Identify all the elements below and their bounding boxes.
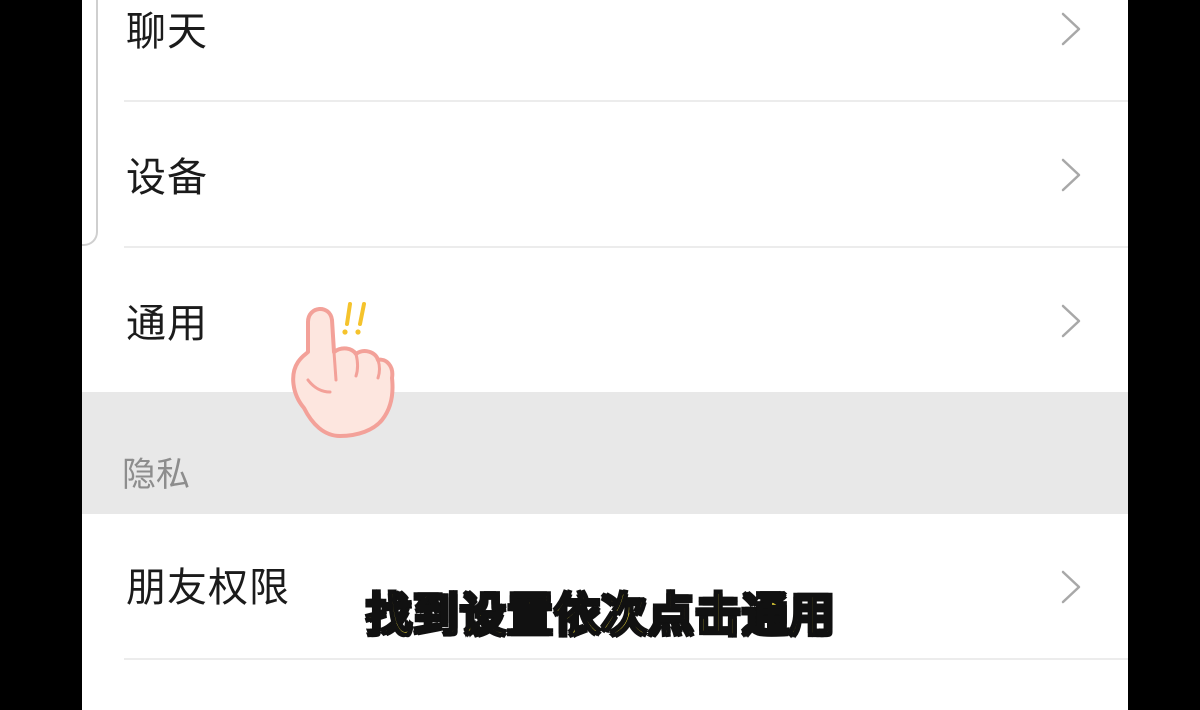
settings-item-general[interactable]: 通用 xyxy=(82,248,1128,392)
chevron-right-icon xyxy=(1061,304,1081,338)
chevron-right-icon xyxy=(1061,570,1081,604)
edge-panel-handle[interactable] xyxy=(82,0,98,246)
section-title-privacy: 隐私 xyxy=(122,455,190,495)
video-caption: 找到设置依次点击通用 xyxy=(365,588,836,642)
section-header-privacy xyxy=(82,392,1128,514)
double-exclamation-icon xyxy=(342,302,366,335)
settings-item-chat[interactable]: 聊天 xyxy=(82,0,1128,100)
settings-item-next[interactable] xyxy=(82,660,1128,710)
chevron-right-icon xyxy=(1061,158,1081,192)
settings-item-devices[interactable]: 设备 xyxy=(82,102,1128,246)
settings-item-label: 通用 xyxy=(126,301,208,347)
settings-item-label: 聊天 xyxy=(126,9,208,55)
settings-item-label: 设备 xyxy=(126,155,208,201)
chevron-right-icon xyxy=(1061,12,1081,46)
settings-item-label: 朋友权限 xyxy=(126,565,290,611)
